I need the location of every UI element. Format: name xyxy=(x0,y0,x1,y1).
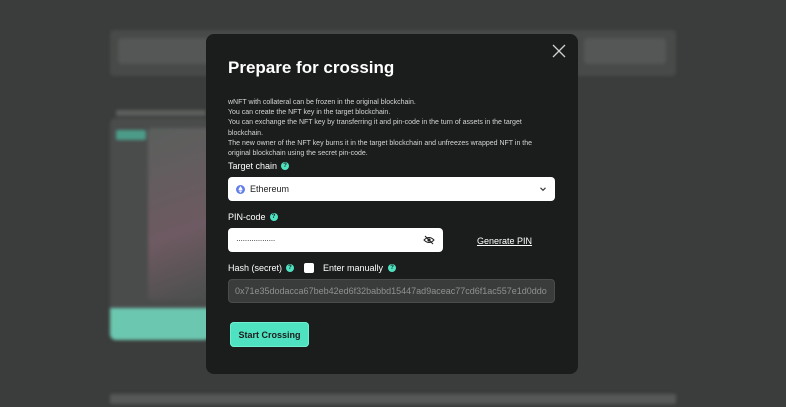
description-line: The new owner of the NFT key burns it in… xyxy=(228,139,533,158)
enter-manually-label: Enter manually xyxy=(323,263,384,273)
target-chain-value: Ethereum xyxy=(250,184,290,194)
eye-off-icon[interactable] xyxy=(423,235,435,245)
modal-title: Prepare for crossing xyxy=(228,58,395,77)
background-footer xyxy=(110,394,676,404)
hash-input: 0x71e35dodacca67beb42ed6f32babbd15447ad9… xyxy=(228,279,555,303)
help-icon[interactable]: ? xyxy=(388,264,397,272)
pin-code-label: PIN-code ? xyxy=(228,212,278,222)
hash-label: Hash (secret) ? xyxy=(228,263,295,273)
modal-description: wNFT with collateral can be frozen in th… xyxy=(228,98,550,159)
description-line: You can exchange the NFT key by transfer… xyxy=(228,119,522,137)
description-line: You can create the NFT key in the target… xyxy=(228,109,391,117)
background-section-label xyxy=(116,110,206,116)
background-nft-badge xyxy=(116,130,146,140)
hash-value: 0x71e35dodacca67beb42ed6f32babbd15447ad9… xyxy=(235,286,547,296)
pin-code-value: ·················· xyxy=(236,235,275,245)
close-icon[interactable] xyxy=(550,42,568,60)
target-chain-label-text: Target chain xyxy=(228,161,278,171)
ethereum-icon xyxy=(236,184,245,194)
background-nft-image xyxy=(148,128,210,300)
pin-code-input[interactable]: ·················· xyxy=(228,228,443,252)
enter-manually-control[interactable]: Enter manually ? xyxy=(304,263,397,273)
description-line: wNFT with collateral can be frozen in th… xyxy=(228,99,416,106)
enter-manually-checkbox[interactable] xyxy=(304,263,314,273)
chevron-down-icon xyxy=(540,187,546,192)
help-icon[interactable]: ? xyxy=(286,264,295,272)
background-card-button xyxy=(110,308,210,340)
crossing-modal: Prepare for crossing wNFT with collatera… xyxy=(206,34,578,374)
generate-pin-link[interactable]: Generate PIN xyxy=(477,236,532,246)
target-chain-label: Target chain ? xyxy=(228,161,290,171)
pin-code-label-text: PIN-code xyxy=(228,212,266,222)
help-icon[interactable]: ? xyxy=(269,213,278,221)
background-sort-select xyxy=(584,38,666,64)
start-crossing-button[interactable]: Start Crossing xyxy=(230,322,309,347)
hash-label-text: Hash (secret) xyxy=(228,263,283,273)
help-icon[interactable]: ? xyxy=(281,162,290,170)
target-chain-select[interactable]: Ethereum xyxy=(228,177,555,201)
